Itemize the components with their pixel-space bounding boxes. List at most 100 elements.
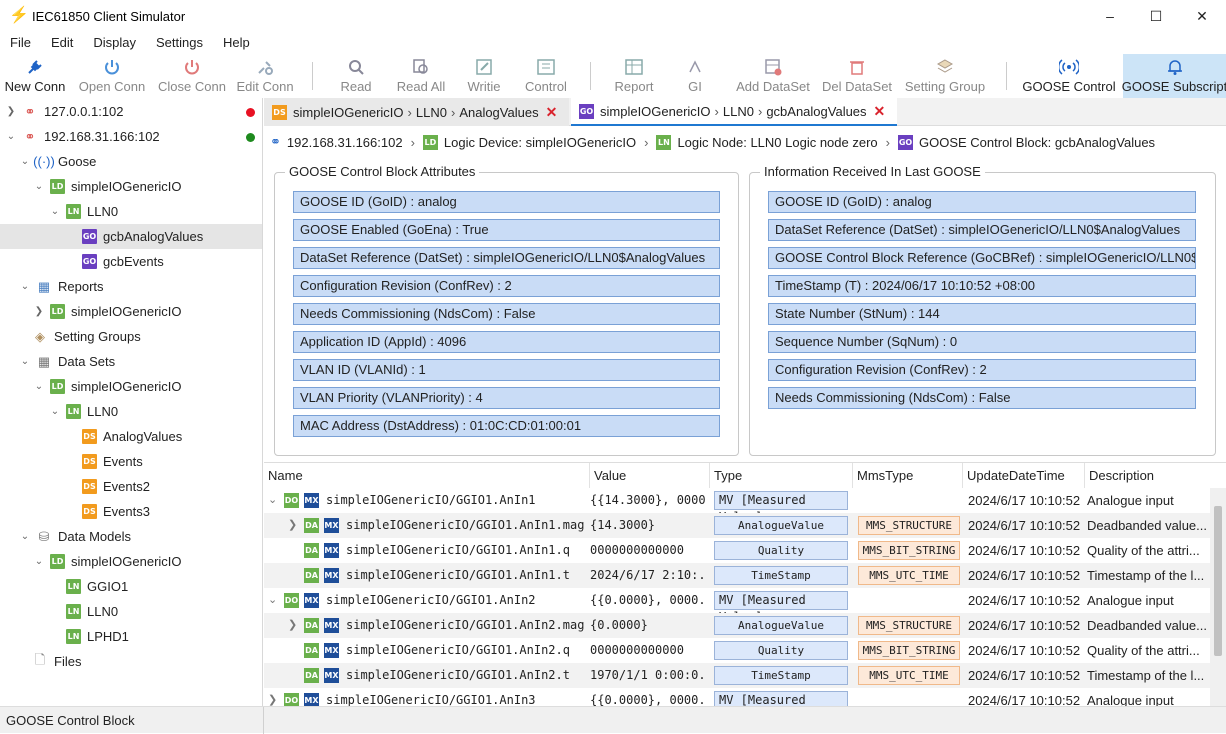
edit-conn-button[interactable]: Edit Conn [234,54,296,98]
column-header-mmstype[interactable]: MmsType [853,463,963,488]
tree-node-datasets[interactable]: ⌄ ▦ Data Sets [18,349,115,374]
chevron-down-icon[interactable]: ⌄ [48,406,62,417]
menu-display[interactable]: Display [83,32,146,54]
connection-tree: ❯ ⚭ 127.0.0.1:102 ⌄ ⚭ 192.168.31.166:102 ⌄((… [0,98,263,706]
menu-help[interactable]: Help [213,32,260,54]
table-row[interactable]: DA MX simpleIOGenericIO/GGIO1.AnIn2.q 00000… [264,638,1210,663]
tree-node-goose[interactable]: ⌄ ((·)) Goose [18,149,97,174]
vertical-scrollbar[interactable] [1210,488,1226,706]
tree-node-gcb-selected[interactable]: GO gcbAnalogValues [0,224,262,249]
cell-updatetime: 2024/6/17 10:10:52 [968,693,1081,706]
plug-icon [25,56,45,78]
tree-node-connection[interactable]: ❯ ⚭ 127.0.0.1:102 [4,99,124,124]
tab-analog-values[interactable]: DS simpleIOGenericIO › LLN0 › AnalogValues… [264,98,569,126]
table-row[interactable]: DA MX simpleIOGenericIO/GGIO1.AnIn1.q 00000… [264,538,1210,563]
close-window-button[interactable]: ✕ [1179,0,1225,32]
tree-node-connection[interactable]: ⌄ ⚭ 192.168.31.166:102 [4,124,160,149]
del-dataset-button[interactable]: Del DataSet [820,54,894,98]
tree-node-ln[interactable]: LN LLN0 [66,599,118,624]
chevron-down-icon[interactable]: ⌄ [32,181,46,192]
setting-group-button[interactable]: Setting Group [902,54,988,98]
column-header-updatetime[interactable]: UpdateDateTime [963,463,1085,488]
chevron-down-icon[interactable]: ⌄ [32,556,46,567]
do-badge-icon: DO [284,693,299,706]
tree-node-ld[interactable]: ❯ LD simpleIOGenericIO [32,299,182,324]
tree-node-gcb[interactable]: GO gcbEvents [82,249,164,274]
control-button[interactable]: Control [520,54,572,98]
chevron-right-icon[interactable]: ❯ [288,613,302,638]
cell-description: Analogue input [1087,593,1174,608]
table-row[interactable]: ⌄ DO MX simpleIOGenericIO/GGIO1.AnIn2 {{0.00… [264,588,1210,624]
column-header-value[interactable]: Value [590,463,710,488]
tree-node-dataset[interactable]: DS AnalogValues [82,424,182,449]
table-row[interactable]: ⌄ DO MX simpleIOGenericIO/GGIO1.AnIn1 {{14.3… [264,488,1210,524]
chevron-right-icon[interactable]: ❯ [268,688,282,706]
tree-node-reports[interactable]: ⌄ ▦ Reports [18,274,104,299]
maximize-button[interactable]: ☐ [1133,0,1179,32]
gcb-attributes-group: GOOSE Control Block Attributes GOOSE ID … [274,164,739,456]
chevron-right-icon[interactable]: ❯ [32,306,46,317]
tree-node-dataset[interactable]: DS Events [82,449,143,474]
menu-settings[interactable]: Settings [146,32,213,54]
table-row[interactable]: DA MX simpleIOGenericIO/GGIO1.AnIn2.t 1970/… [264,663,1210,688]
goose-subscript-button[interactable]: GOOSE Subscript [1122,54,1226,98]
cell-updatetime: 2024/6/17 10:10:52 [968,543,1081,558]
chevron-down-icon[interactable]: ⌄ [18,281,32,292]
read-all-button[interactable]: Read All [392,54,450,98]
column-header-description[interactable]: Description [1085,463,1226,488]
tree-node-dataset[interactable]: DS Events2 [82,474,150,499]
column-header-name[interactable]: Name [264,463,590,488]
tree-node-ld[interactable]: ⌄ LD simpleIOGenericIO [32,549,182,574]
goose-control-button[interactable]: GOOSE Control [1022,54,1116,98]
report-button[interactable]: Report [608,54,660,98]
chevron-right-icon[interactable]: ❯ [4,106,18,117]
status-bar: GOOSE Control Block [0,706,1226,734]
tree-node-dataset[interactable]: DS Events3 [82,499,150,524]
tree-node-ld[interactable]: ⌄ LD simpleIOGenericIO [32,174,182,199]
field-ndscom: Needs Commissioning (NdsCom) : False [293,303,720,325]
close-conn-button[interactable]: Close Conn [154,54,230,98]
tree-node-files[interactable]: 🗋 Files [32,649,82,674]
new-conn-button[interactable]: New Conn [0,54,70,98]
layers-icon: ◈ [35,328,45,344]
table-row[interactable]: ❯ DA MX simpleIOGenericIO/GGIO1.AnIn1.mag {1… [264,513,1210,538]
breadcrumb: ⚭ 192.168.31.166:102 › LD Logic Device: … [270,134,1156,150]
go-badge-icon: GO [82,254,97,269]
close-tab-icon[interactable]: ✕ [546,104,558,121]
column-header-type[interactable]: Type [710,463,853,488]
table-row[interactable]: ❯ DO MX simpleIOGenericIO/GGIO1.AnIn3 {{0.00… [264,688,1210,706]
tab-gcb-analog-values[interactable]: GO simpleIOGenericIO › LLN0 › gcbAnalogVal… [571,98,897,126]
chevron-down-icon[interactable]: ⌄ [32,381,46,392]
tree-node-setting-groups[interactable]: ◈ Setting Groups [32,324,141,349]
scrollbar-thumb[interactable] [1214,506,1222,656]
ld-badge-icon: LD [422,134,438,150]
chevron-right-icon[interactable]: ❯ [288,513,302,538]
gi-button[interactable]: GI [678,54,712,98]
chevron-down-icon[interactable]: ⌄ [4,131,18,142]
tree-node-ln[interactable]: LN GGIO1 [66,574,128,599]
chevron-down-icon[interactable]: ⌄ [18,156,32,167]
close-tab-icon[interactable]: ✕ [874,103,886,120]
chevron-down-icon[interactable]: ⌄ [18,531,32,542]
tree-node-ln[interactable]: LN LPHD1 [66,624,129,649]
gi-icon [685,56,705,78]
tree-node-ld[interactable]: ⌄ LD simpleIOGenericIO [32,374,182,399]
tree-node-ln[interactable]: ⌄ LN LLN0 [48,199,118,224]
table-row[interactable]: DA MX simpleIOGenericIO/GGIO1.AnIn1.t 2024/… [264,563,1210,588]
menu-edit[interactable]: Edit [41,32,83,54]
chevron-down-icon[interactable]: ⌄ [18,356,32,367]
minimize-button[interactable]: – [1087,0,1133,32]
open-conn-button[interactable]: Open Conn [74,54,150,98]
read-button[interactable]: Read [332,54,380,98]
tree-node-data-models[interactable]: ⌄ ⛁ Data Models [18,524,131,549]
write-button[interactable]: Writie [460,54,508,98]
menu-file[interactable]: File [0,32,41,54]
add-dataset-button[interactable]: Add DataSet [734,54,812,98]
chevron-down-icon[interactable]: ⌄ [268,488,282,513]
trash-icon [847,56,867,78]
chevron-down-icon[interactable]: ⌄ [268,588,282,613]
chevron-down-icon[interactable]: ⌄ [48,206,62,217]
status-divider [263,707,264,734]
tree-node-ln[interactable]: ⌄ LN LLN0 [48,399,118,424]
table-row[interactable]: ❯ DA MX simpleIOGenericIO/GGIO1.AnIn2.mag {0… [264,613,1210,638]
